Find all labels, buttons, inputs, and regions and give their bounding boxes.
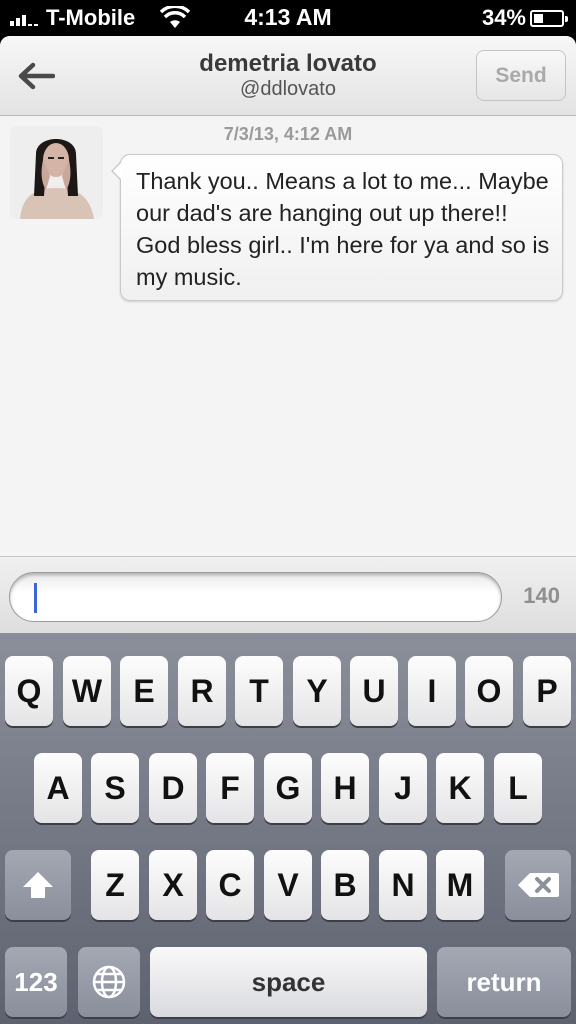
key-q[interactable]: Q (5, 656, 53, 726)
avatar-image (10, 126, 103, 219)
globe-key[interactable] (78, 947, 140, 1017)
battery-percent: 34% (481, 5, 526, 30)
key-x[interactable]: X (149, 850, 197, 920)
key-t[interactable]: T (235, 656, 283, 726)
battery-fill (534, 14, 543, 23)
key-b[interactable]: B (321, 850, 369, 920)
send-button[interactable]: Send (476, 50, 566, 101)
key-o[interactable]: O (465, 656, 513, 726)
key-l[interactable]: L (494, 753, 542, 823)
key-z[interactable]: Z (91, 850, 139, 920)
key-r[interactable]: R (178, 656, 226, 726)
key-p[interactable]: P (523, 656, 571, 726)
backspace-key[interactable] (505, 850, 571, 920)
key-i[interactable]: I (408, 656, 456, 726)
back-arrow-icon (18, 62, 55, 90)
key-c[interactable]: C (206, 850, 254, 920)
text-caret (34, 583, 37, 613)
dm-screen: demetria lovato @ddlovato Send 7/3/13, 4… (0, 36, 576, 1024)
character-count: 140 (523, 583, 560, 608)
numbers-key[interactable]: 123 (5, 947, 67, 1017)
avatar[interactable] (10, 126, 103, 219)
key-v[interactable]: V (264, 850, 312, 920)
key-e[interactable]: E (120, 656, 168, 726)
keyboard: Q W E R T Y U I O P A S D F G H J K L Z … (0, 633, 576, 1024)
message-thread[interactable]: 7/3/13, 4:12 AM Thank you.. Means a lot … (0, 116, 576, 556)
key-k[interactable]: K (436, 753, 484, 823)
message-bubble[interactable]: Thank you.. Means a lot to me... Maybe o… (111, 154, 563, 301)
message-text: Thank you.. Means a lot to me... Maybe o… (136, 168, 550, 290)
shift-key[interactable] (5, 850, 71, 920)
message-input[interactable] (9, 572, 502, 622)
key-n[interactable]: N (379, 850, 427, 920)
shift-arrow-icon (23, 872, 53, 898)
key-j[interactable]: J (379, 753, 427, 823)
key-m[interactable]: M (436, 850, 484, 920)
composer-bar: 140 (0, 556, 576, 633)
key-y[interactable]: Y (293, 656, 341, 726)
key-g[interactable]: G (264, 753, 312, 823)
backspace-icon (518, 873, 559, 897)
return-key[interactable]: return (437, 947, 571, 1017)
space-key[interactable]: space (150, 947, 427, 1017)
key-u[interactable]: U (350, 656, 398, 726)
back-button[interactable] (14, 54, 58, 98)
conversation-handle: @ddlovato (240, 78, 336, 100)
key-s[interactable]: S (91, 753, 139, 823)
conversation-title: demetria lovato (199, 50, 377, 77)
key-a[interactable]: A (34, 753, 82, 823)
status-bar: T-Mobile 4:13 AM 34% (0, 0, 576, 36)
nav-bar: demetria lovato @ddlovato Send (0, 36, 576, 116)
key-w[interactable]: W (63, 656, 111, 726)
key-f[interactable]: F (206, 753, 254, 823)
key-d[interactable]: D (149, 753, 197, 823)
key-h[interactable]: H (321, 753, 369, 823)
globe-icon (92, 965, 126, 999)
battery-icon (530, 10, 568, 27)
